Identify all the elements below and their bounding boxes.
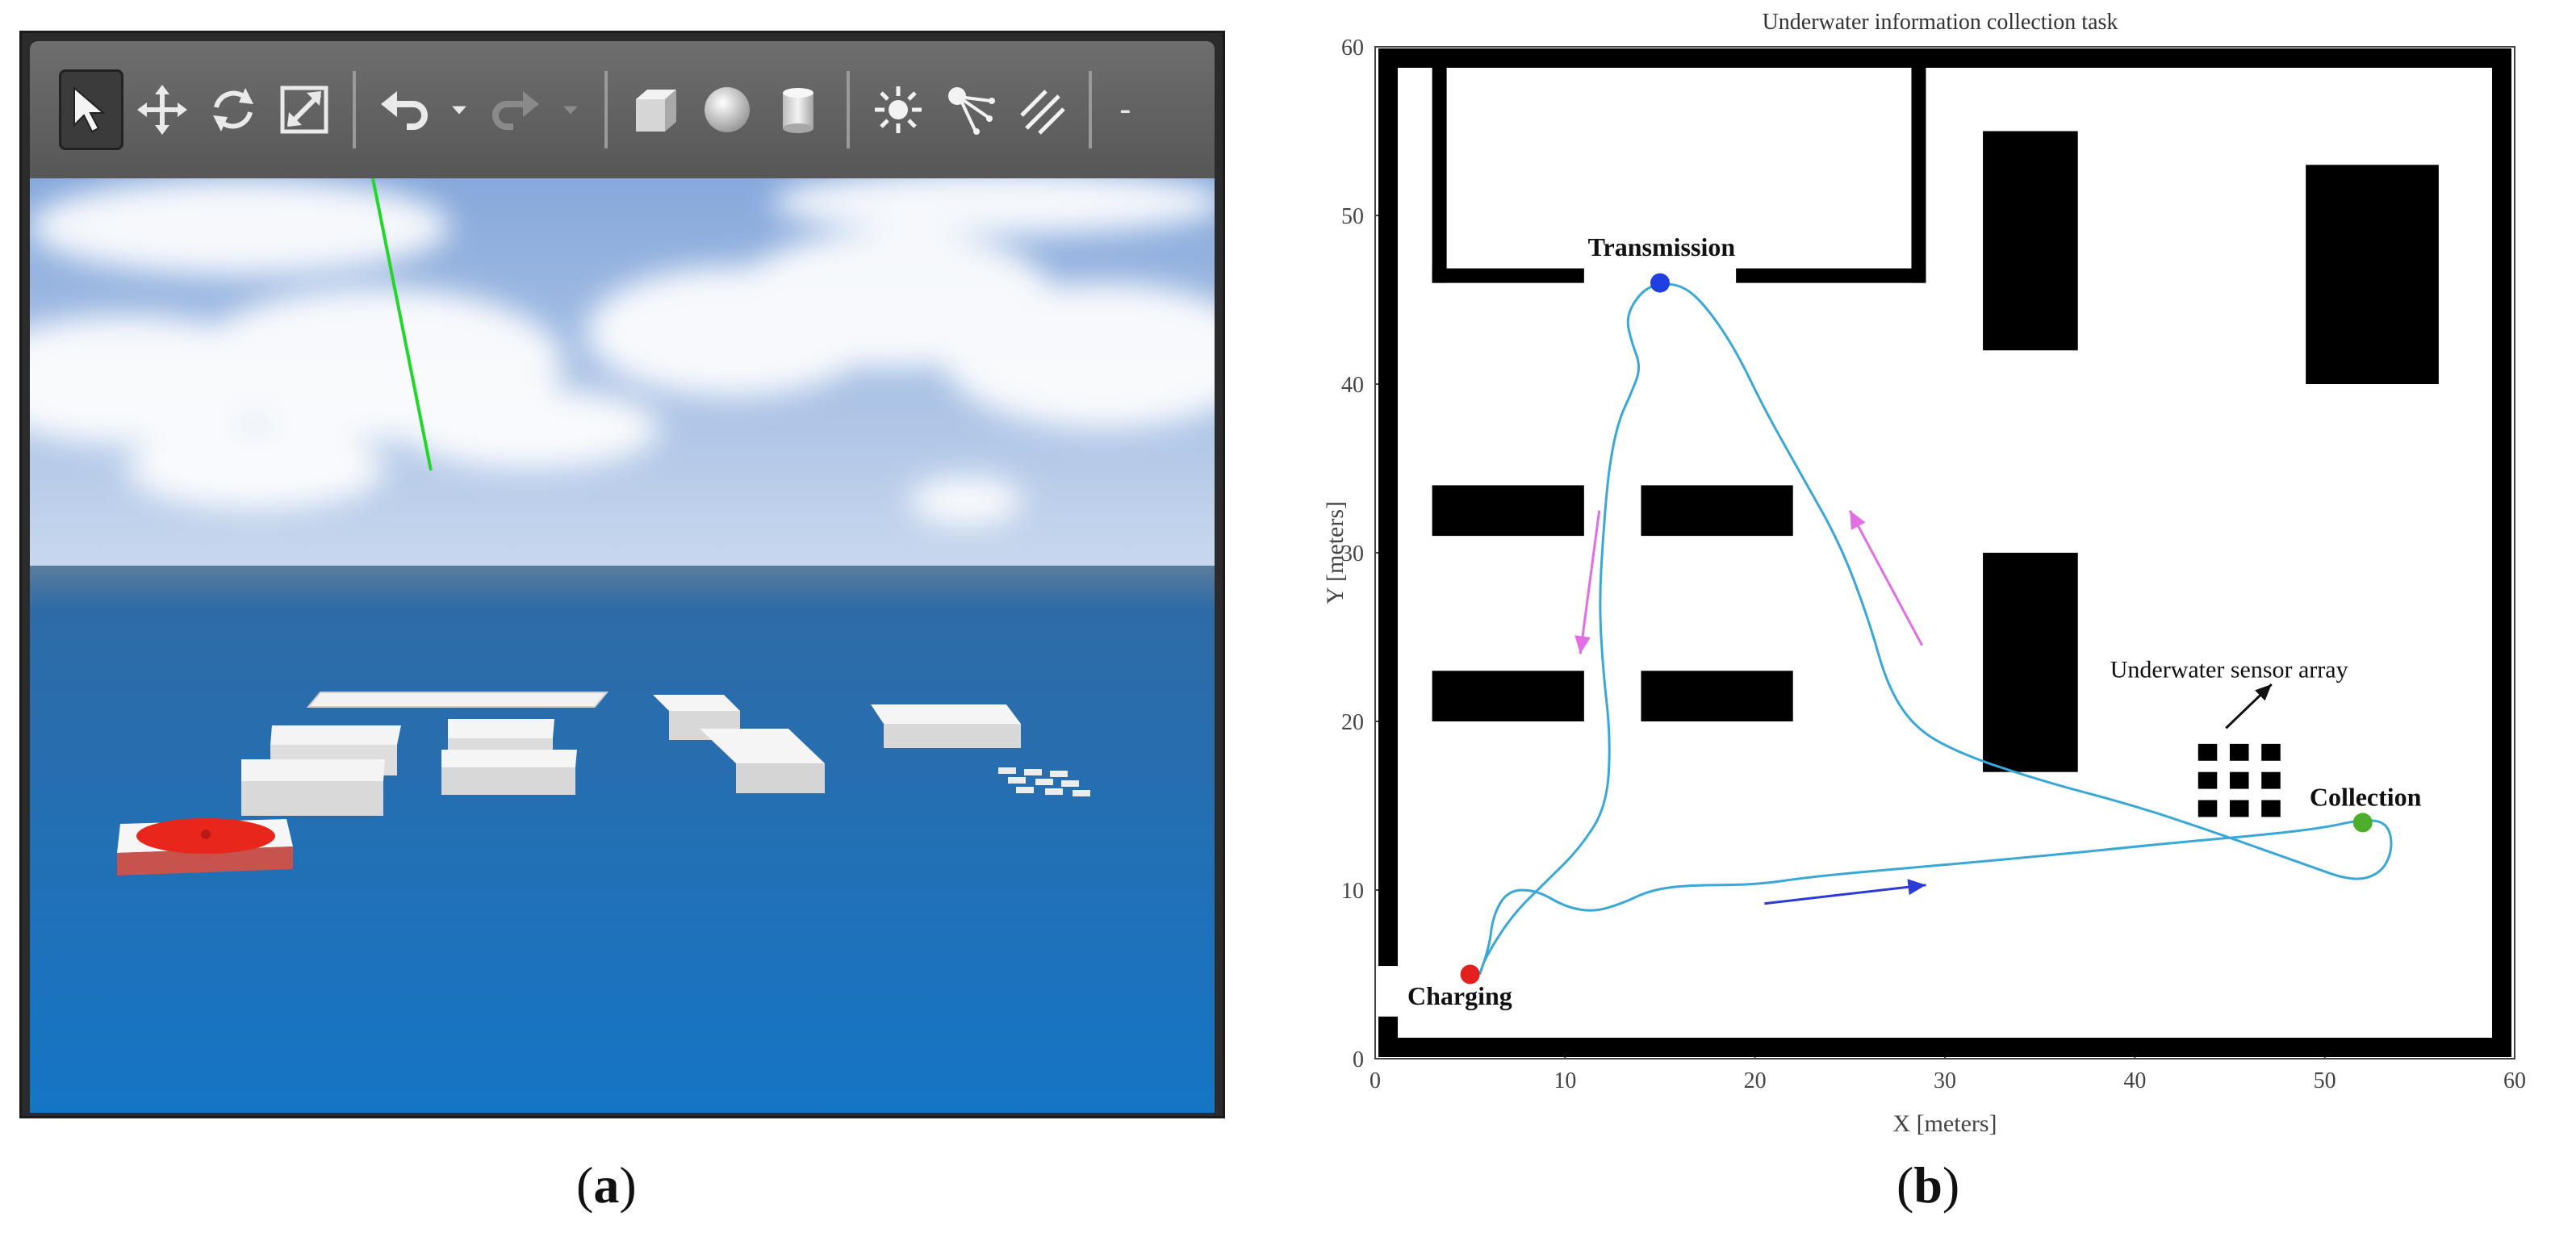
scale-icon — [280, 86, 328, 134]
x-tick-label: 0 — [1370, 1068, 1381, 1093]
redo-dropdown-button[interactable] — [554, 69, 587, 150]
obstacle-block — [1983, 553, 2078, 772]
transmission-label: Transmission — [1588, 232, 1736, 261]
simulator-toolbar: - — [30, 41, 1215, 178]
sensor-node — [2261, 743, 2281, 761]
sensor-node — [2198, 771, 2218, 789]
y-tick-label: 50 — [1341, 204, 1364, 229]
select-arrow-icon — [73, 86, 106, 133]
collection-marker — [2352, 813, 2373, 833]
rotate-icon — [213, 88, 253, 132]
point-light-icon — [875, 86, 922, 133]
x-tick-label: 30 — [1934, 1068, 1956, 1093]
x-tick-label: 60 — [2503, 1068, 2526, 1093]
y-axis-label: Y [meters] — [1324, 501, 1349, 604]
chevron-down-icon — [452, 106, 466, 115]
room-right-wall — [1911, 63, 1926, 283]
waypoint-markers — [1460, 273, 2373, 984]
obstacle-block — [1641, 485, 1793, 537]
sensor-node — [2198, 800, 2218, 817]
undo-button[interactable] — [372, 69, 437, 150]
sensor-node — [2230, 800, 2249, 817]
sensor-array-marks — [2198, 743, 2281, 817]
obstacle-block — [1432, 671, 1584, 721]
x-tick-label: 40 — [2123, 1068, 2146, 1093]
box-icon — [636, 90, 676, 132]
cylinder-icon — [783, 88, 813, 133]
collection-label: Collection — [2310, 783, 2422, 812]
sensor-node — [2198, 743, 2218, 761]
sphere-icon — [705, 87, 750, 132]
toolbar-separator — [353, 71, 356, 148]
translate-icon — [137, 85, 187, 135]
undo-dropdown-button[interactable] — [443, 69, 475, 150]
translate-tool-button[interactable] — [130, 69, 194, 150]
x-tick-label: 50 — [2314, 1068, 2336, 1093]
select-tool-button[interactable] — [59, 69, 123, 150]
rotate-tool-button[interactable] — [201, 69, 266, 150]
sensor-node — [2230, 771, 2249, 789]
outer-wall-gap — [1377, 966, 1399, 1017]
toolbar-separator — [604, 71, 608, 148]
obstacle-block — [1432, 485, 1584, 537]
chevron-down-icon — [563, 106, 578, 115]
arrow-up — [1849, 510, 1924, 646]
obstacle-block — [2306, 165, 2439, 385]
room-bottom-wall-left — [1432, 268, 1584, 283]
panel-a-caption: (a) — [576, 1156, 637, 1214]
auv-trajectory-line — [1478, 282, 2393, 976]
panel-b-caption: (b) — [1896, 1156, 1960, 1214]
simulator-window: - — [19, 31, 1225, 1118]
arrow-right-head — [1907, 879, 1926, 896]
directional-light-button[interactable] — [1008, 69, 1073, 150]
transmission-marker — [1650, 273, 1670, 293]
insert-box-button[interactable] — [624, 69, 688, 150]
sensor-node — [2261, 771, 2281, 789]
undo-icon — [381, 91, 428, 130]
charging-pad — [117, 818, 293, 876]
chart-title: Underwater information collection task — [1763, 10, 2118, 35]
room-bottom-wall-right — [1736, 268, 1926, 283]
redo-button[interactable] — [483, 69, 548, 150]
y-tick-label: 20 — [1341, 710, 1364, 735]
scale-tool-button[interactable] — [272, 69, 337, 150]
spot-light-icon — [948, 87, 995, 135]
insert-sphere-button[interactable] — [695, 69, 759, 150]
sensor-array-label: Underwater sensor array — [2110, 657, 2348, 683]
x-tick-label: 20 — [1744, 1068, 1767, 1093]
x-axis-label: X [meters] — [1892, 1110, 1997, 1137]
obstacle-block — [1983, 131, 2078, 351]
charging-label: Charging — [1407, 981, 1512, 1010]
obstacle-block — [1641, 671, 1793, 721]
sensor-node — [2261, 800, 2281, 817]
y-tick-label: 60 — [1341, 36, 1364, 61]
y-tick-label: 0 — [1353, 1047, 1364, 1072]
3d-viewport[interactable] — [30, 178, 1215, 1113]
sensor-node — [2230, 743, 2249, 761]
point-light-button[interactable] — [866, 69, 930, 150]
spot-light-button[interactable] — [937, 69, 1002, 150]
toolbar-separator — [847, 71, 850, 148]
insert-cylinder-button[interactable] — [766, 69, 830, 150]
toolbar-overflow-button[interactable]: - — [1119, 90, 1131, 130]
directional-light-icon — [1020, 90, 1065, 135]
redo-icon — [492, 91, 539, 130]
y-tick-label: 10 — [1341, 879, 1364, 904]
arrow-down-head — [1574, 635, 1591, 654]
room-left-wall — [1432, 63, 1447, 283]
y-tick-label: 40 — [1341, 373, 1364, 398]
toolbar-separator — [1089, 71, 1092, 148]
x-tick-label: 10 — [1554, 1068, 1576, 1093]
ocean-scene[interactable] — [30, 178, 1215, 1113]
arrow-right — [1764, 884, 1926, 905]
trajectory-plot: Underwater information collection task 0… — [1324, 10, 2526, 1137]
